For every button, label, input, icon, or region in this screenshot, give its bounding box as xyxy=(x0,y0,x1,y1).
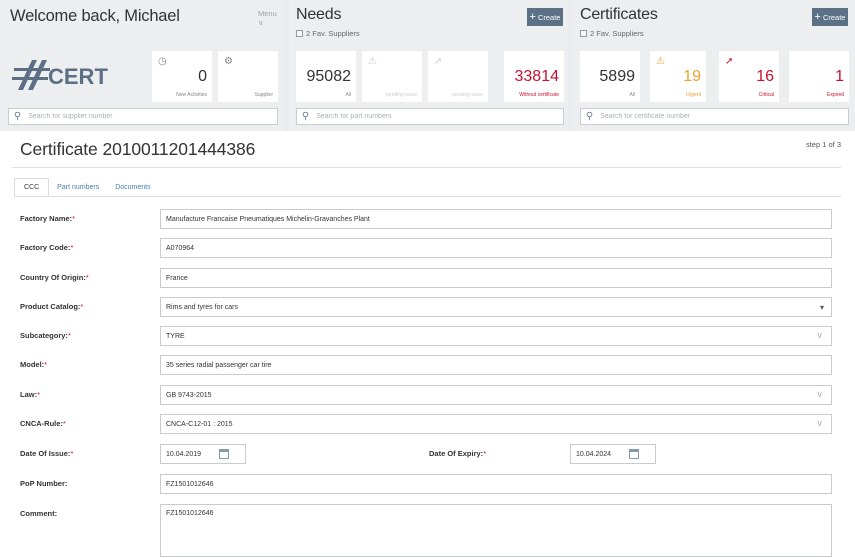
divider xyxy=(14,196,841,197)
factory-name-field[interactable]: Manufacture Francaise Pneumatiques Miche… xyxy=(160,209,832,229)
product-catalog-select[interactable]: Rims and tyres for cars ▾ xyxy=(160,297,832,317)
model-label: Model:* xyxy=(20,360,48,369)
plus-icon: + xyxy=(814,10,821,23)
pop-number-label: PoP Number: xyxy=(20,479,68,488)
tile-supplier[interactable]: ⚙ Supplier xyxy=(218,51,278,102)
certificate-search-input[interactable] xyxy=(596,113,848,120)
certificate-search: ⚲ xyxy=(580,108,849,125)
pop-number-field[interactable]: FZ1501012646 xyxy=(160,474,832,494)
needs-title: Needs xyxy=(296,6,342,23)
clock-icon: ◷ xyxy=(158,56,167,67)
cnca-rule-label: CNCA-Rule:* xyxy=(20,419,66,428)
date-issue-label: Date Of Issue:* xyxy=(20,449,74,458)
cnca-rule-select[interactable]: CNCA-C12-01 : 2015 ∨ xyxy=(160,414,832,434)
tile-needs-pending-warning[interactable]: ⚠ pending issue xyxy=(362,51,422,102)
bolt-icon: ➚ xyxy=(434,56,443,67)
certificates-panel: Certificates 2 Fav. Suppliers + Create 5… xyxy=(573,0,855,131)
tab-documents[interactable]: Documents xyxy=(107,178,158,197)
form-row-factory-code: Factory Code:* A070964 xyxy=(0,238,855,258)
caret-down-icon: ▾ xyxy=(819,303,824,312)
tile-certificates-urgent[interactable]: ⚠ 19 Urgent xyxy=(650,51,706,102)
tab-bar: CCC Part numbers Documents xyxy=(14,178,159,197)
tile-certificates-expired[interactable]: 1 Expired xyxy=(789,51,849,102)
search-icon: ⚲ xyxy=(585,111,594,122)
supplier-icon: ⚙ xyxy=(224,56,233,67)
welcome-title: Welcome back, Michael xyxy=(10,7,180,25)
tile-needs-without-certificate[interactable]: 33814 Without certificate xyxy=(504,51,564,102)
search-icon: ⚲ xyxy=(301,111,310,122)
product-catalog-label: Product Catalog:* xyxy=(20,302,84,311)
calendar-icon[interactable] xyxy=(629,449,639,459)
tile-certificates-all[interactable]: 5899 All xyxy=(580,51,640,102)
form-row-model: Model:* 35 series radial passenger car t… xyxy=(0,355,855,375)
date-expiry-field[interactable]: 10.04.2024 xyxy=(570,444,656,464)
comment-label: Comment: xyxy=(20,509,58,518)
cert-logo: CERT xyxy=(12,60,108,90)
checkbox-icon xyxy=(580,30,587,37)
certificates-fav-suppliers[interactable]: 2 Fav. Suppliers xyxy=(580,29,644,38)
tile-needs-all[interactable]: 95082 All xyxy=(296,51,356,102)
chevron-down-icon: ∨ xyxy=(816,389,823,399)
tab-ccc[interactable]: CCC xyxy=(14,178,50,197)
chevron-down-icon: ∨ xyxy=(816,418,823,428)
divider xyxy=(12,167,841,168)
tile-needs-pending-critical[interactable]: ➚ pending issue xyxy=(428,51,488,102)
certificates-create-button[interactable]: + Create xyxy=(812,8,848,26)
needs-panel: Needs 2 Fav. Suppliers + Create 95082 Al… xyxy=(289,0,568,131)
form-row-comment: Comment: FZ1501012646 xyxy=(0,504,855,558)
tile-certificates-critical[interactable]: ➚ 16 Critical xyxy=(719,51,779,102)
form-row-dates: Date Of Issue:* 10.04.2019 Date Of Expir… xyxy=(0,444,855,464)
form-row-factory-name: Factory Name:* Manufacture Francaise Pne… xyxy=(0,209,855,229)
factory-code-label: Factory Code:* xyxy=(20,243,74,252)
law-select[interactable]: GB 9743-2015 ∨ xyxy=(160,385,832,405)
page-title: Certificate 2010011201444386 xyxy=(20,139,256,159)
date-expiry-label: Date Of Expiry:* xyxy=(429,449,487,458)
certificates-title: Certificates xyxy=(580,6,658,23)
country-label: Country Of Origin:* xyxy=(20,273,89,282)
tab-part-numbers[interactable]: Part numbers xyxy=(49,178,107,197)
welcome-panel: Welcome back, Michael Menu ∨ CERT ◷ 0 Ne… xyxy=(0,0,284,131)
search-icon: ⚲ xyxy=(13,111,22,122)
form-row-country: Country Of Origin:* France xyxy=(0,268,855,288)
form-row-pop-number: PoP Number: FZ1501012646 xyxy=(0,474,855,494)
supplier-search-input[interactable] xyxy=(24,113,277,120)
needs-fav-suppliers[interactable]: 2 Fav. Suppliers xyxy=(296,29,360,38)
chevron-down-icon: ∨ xyxy=(816,330,823,340)
part-search: ⚲ xyxy=(296,108,564,125)
date-issue-field[interactable]: 10.04.2019 xyxy=(160,444,246,464)
dashboard-header: Welcome back, Michael Menu ∨ CERT ◷ 0 Ne… xyxy=(0,0,855,131)
warning-icon: ⚠ xyxy=(368,56,377,67)
country-field[interactable]: France xyxy=(160,268,832,288)
model-field[interactable]: 35 series radial passenger car tire xyxy=(160,355,832,375)
tile-new-activities[interactable]: ◷ 0 New Activities xyxy=(152,51,212,102)
menu-toggle[interactable]: Menu ∨ xyxy=(258,9,284,27)
warning-icon: ⚠ xyxy=(656,56,665,67)
bolt-icon: ➚ xyxy=(725,56,734,67)
checkbox-icon xyxy=(296,30,303,37)
form-row-product-catalog: Product Catalog:* Rims and tyres for car… xyxy=(0,297,855,317)
supplier-search: ⚲ xyxy=(8,108,278,125)
law-label: Law:* xyxy=(20,390,41,399)
part-search-input[interactable] xyxy=(312,113,563,120)
subcategory-select[interactable]: TYRE ∨ xyxy=(160,326,832,346)
calendar-icon[interactable] xyxy=(219,449,229,459)
form-row-law: Law:* GB 9743-2015 ∨ xyxy=(0,385,855,405)
form-row-subcategory: Subcategory:* TYRE ∨ xyxy=(0,326,855,346)
comment-textarea[interactable]: FZ1501012646 xyxy=(160,504,832,557)
factory-code-field[interactable]: A070964 xyxy=(160,238,832,258)
logo-text: CERT xyxy=(48,64,108,89)
subcategory-label: Subcategory:* xyxy=(20,331,71,340)
step-indicator: step 1 of 3 xyxy=(805,140,841,149)
factory-name-label: Factory Name:* xyxy=(20,214,76,223)
needs-create-button[interactable]: + Create xyxy=(527,8,563,26)
form-row-cnca-rule: CNCA-Rule:* CNCA-C12-01 : 2015 ∨ xyxy=(0,414,855,434)
plus-icon: + xyxy=(529,10,536,23)
